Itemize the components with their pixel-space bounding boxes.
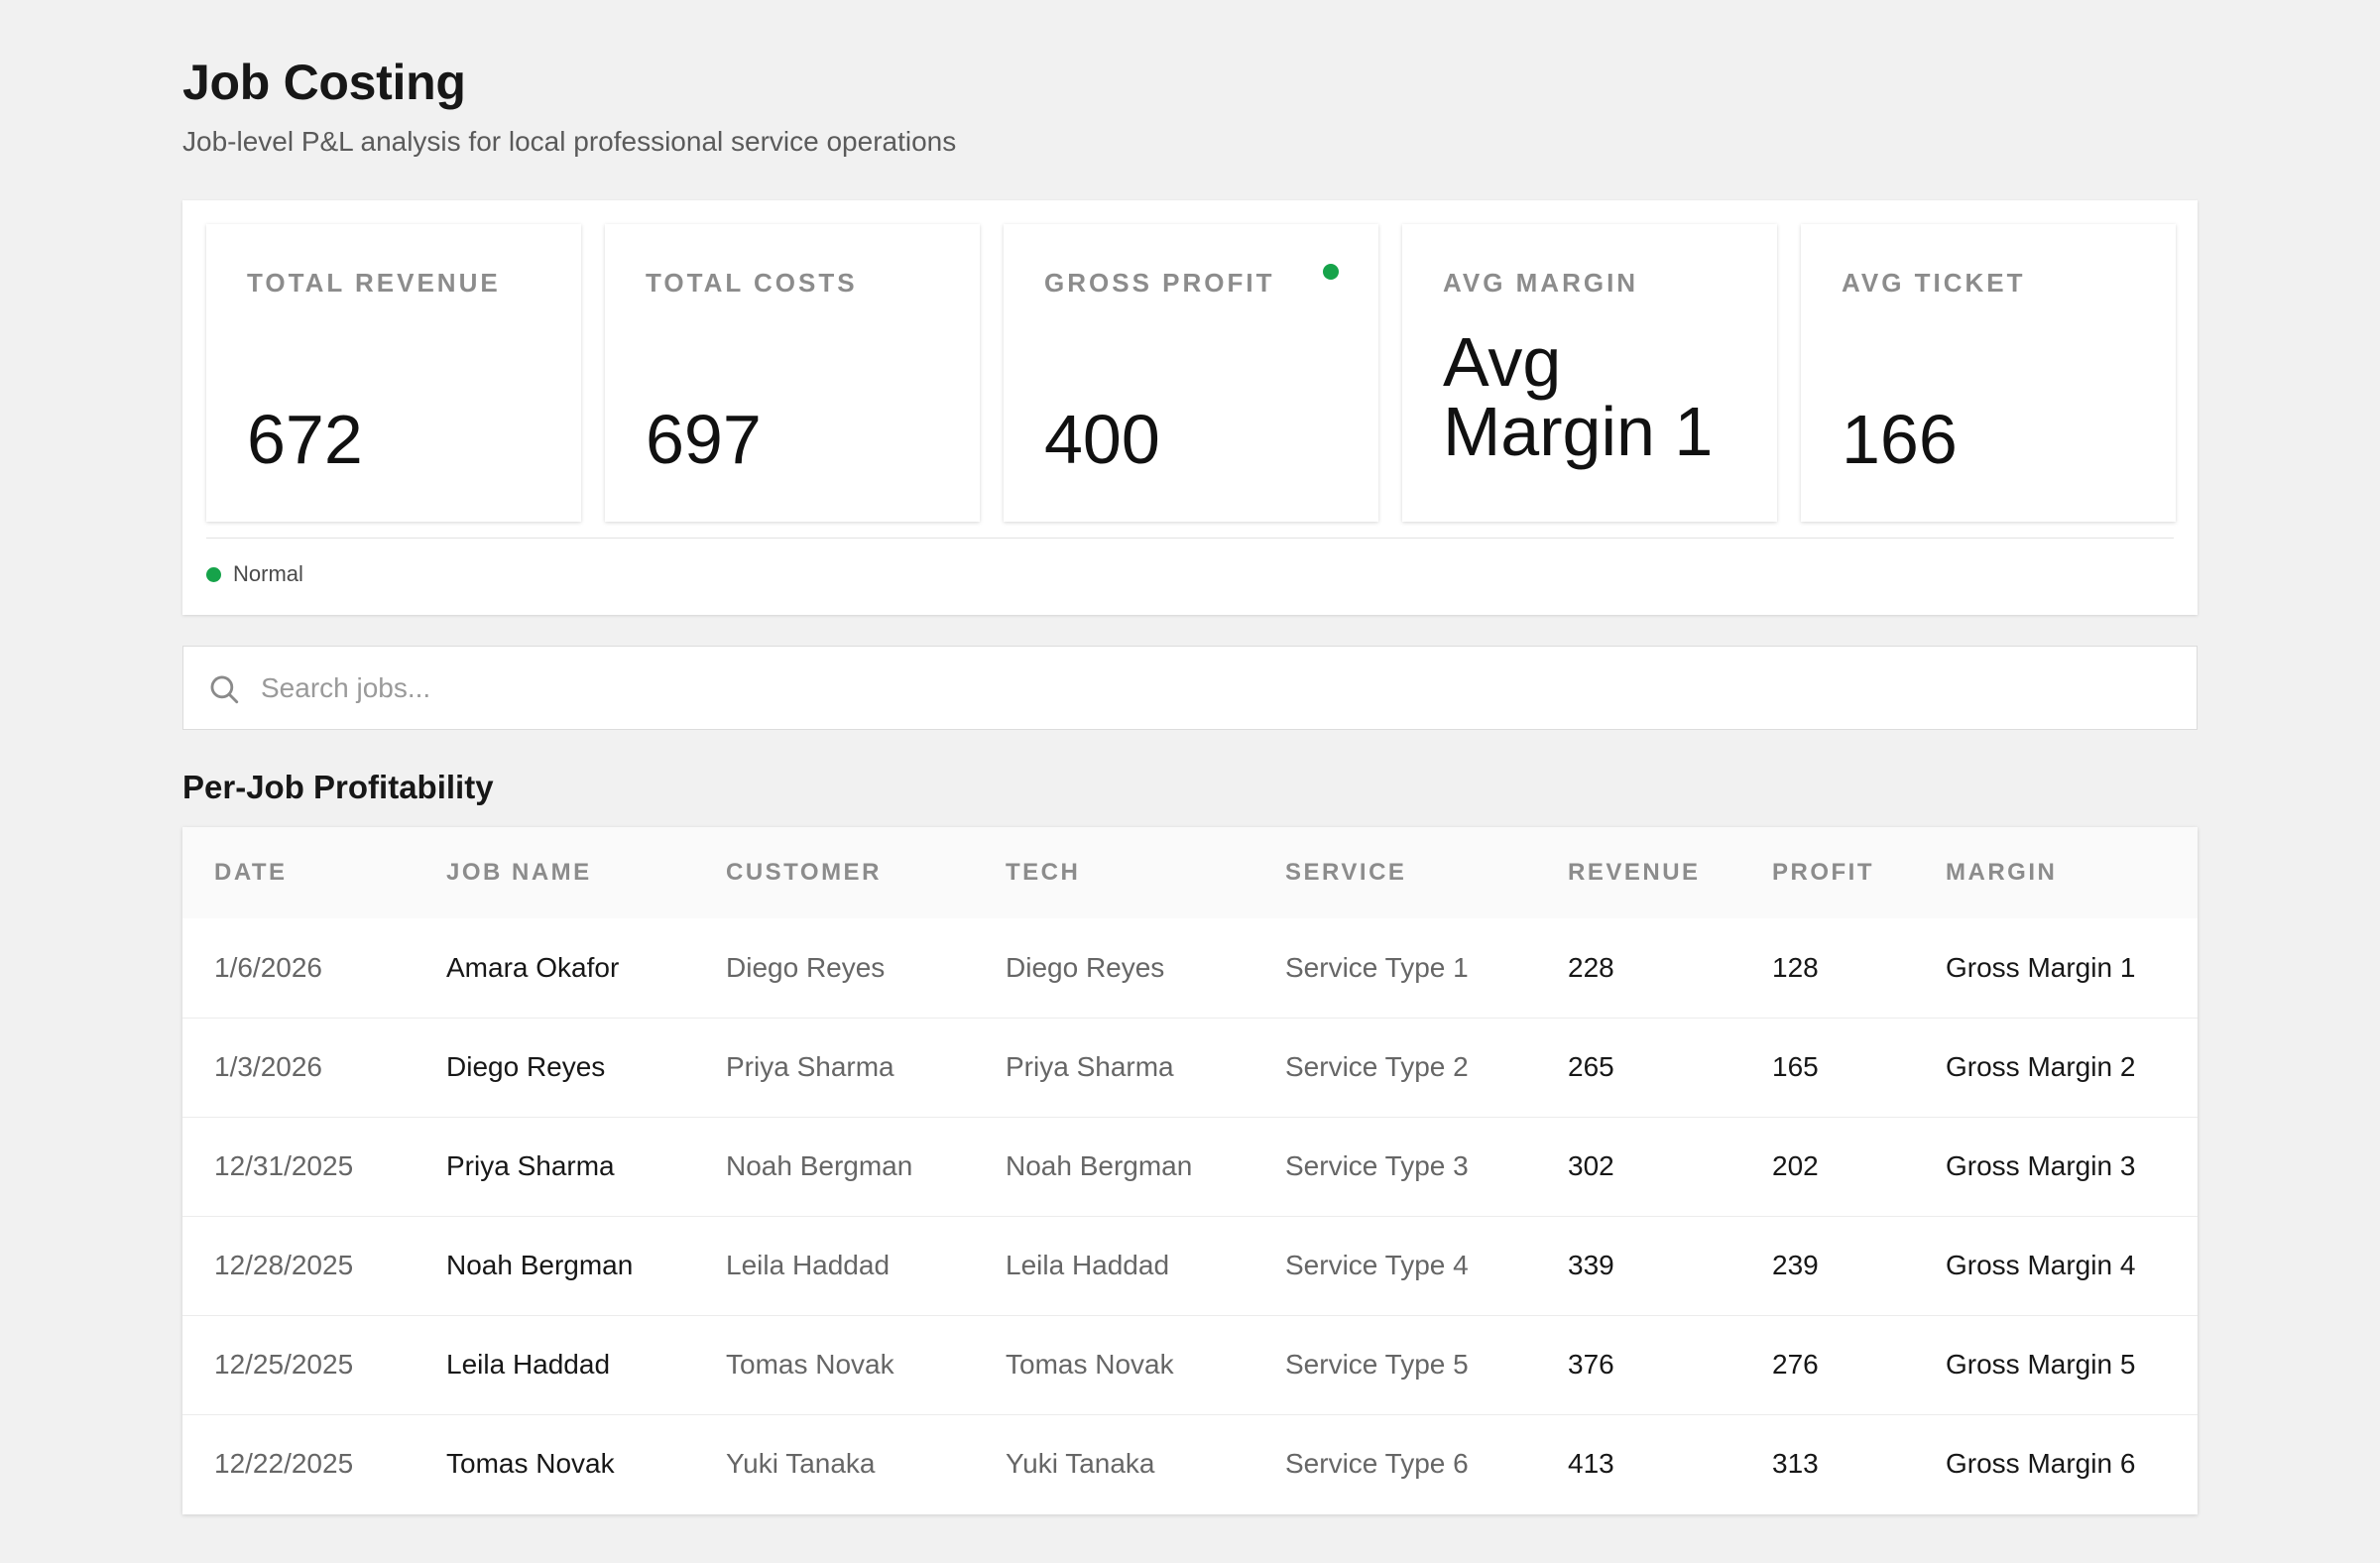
cell-profit: 202 (1772, 1150, 1819, 1181)
table-row[interactable]: 1/6/2026 Amara Okafor Diego Reyes Diego … (182, 918, 2198, 1018)
column-header-customer[interactable]: CUSTOMER (694, 827, 974, 918)
cell-margin: Gross Margin 2 (1946, 1051, 2136, 1082)
kpi-value: 697 (646, 401, 762, 478)
kpi-label: AVG MARGIN (1443, 268, 1639, 298)
profitability-table: DATE JOB NAME CUSTOMER TECH SERVICE REVE… (182, 827, 2198, 1514)
cell-job-name: Tomas Novak (446, 1448, 615, 1480)
cell-margin: Gross Margin 6 (1946, 1448, 2136, 1480)
cell-date: 12/28/2025 (214, 1250, 354, 1280)
cell-service: Service Type 6 (1285, 1448, 1469, 1480)
cell-revenue: 376 (1568, 1349, 1614, 1380)
cell-customer: Leila Haddad (726, 1250, 891, 1280)
cell-revenue: 228 (1568, 951, 1614, 983)
cell-customer: Tomas Novak (726, 1349, 894, 1380)
cell-tech: Diego Reyes (1006, 951, 1165, 983)
cell-job-name: Priya Sharma (446, 1150, 615, 1181)
table-row[interactable]: 12/28/2025 Noah Bergman Leila Haddad Lei… (182, 1216, 2198, 1315)
divider (206, 538, 2174, 539)
cell-job-name: Leila Haddad (446, 1349, 611, 1380)
status-dot-icon (206, 566, 221, 582)
kpi-card-avg-ticket: AVG TICKET 166 (1801, 224, 2176, 522)
column-header-date[interactable]: DATE (182, 827, 415, 918)
column-header-revenue[interactable]: REVENUE (1536, 827, 1740, 918)
status-dot-icon (1323, 264, 1339, 280)
cell-margin: Gross Margin 1 (1946, 951, 2136, 983)
cell-date: 12/22/2025 (214, 1448, 354, 1480)
cell-service: Service Type 3 (1285, 1150, 1469, 1181)
kpi-label: AVG TICKET (1842, 268, 2026, 298)
table-row[interactable]: 12/22/2025 Tomas Novak Yuki Tanaka Yuki … (182, 1414, 2198, 1513)
kpi-card-gross-profit: GROSS PROFIT 400 (1004, 224, 1378, 522)
column-header-profit[interactable]: PROFIT (1740, 827, 1914, 918)
cell-tech: Tomas Novak (1006, 1349, 1174, 1380)
cell-tech: Priya Sharma (1006, 1051, 1174, 1082)
cell-date: 1/6/2026 (214, 951, 322, 983)
cell-revenue: 339 (1568, 1250, 1614, 1280)
kpi-card-total-costs: TOTAL COSTS 697 (605, 224, 980, 522)
cell-customer: Priya Sharma (726, 1051, 894, 1082)
cell-job-name: Amara Okafor (446, 951, 620, 983)
search-box[interactable] (182, 646, 2198, 730)
cell-job-name: Diego Reyes (446, 1051, 606, 1082)
page-subtitle: Job-level P&L analysis for local profess… (182, 126, 957, 157)
cell-customer: Yuki Tanaka (726, 1448, 876, 1480)
kpi-panel: TOTAL REVENUE 672 TOTAL COSTS 697 GROSS … (182, 200, 2198, 615)
kpi-value: 166 (1842, 401, 1958, 478)
column-header-margin[interactable]: MARGIN (1914, 827, 2198, 918)
cell-profit: 313 (1772, 1448, 1819, 1480)
kpi-value: Avg Margin 1 (1443, 323, 1714, 470)
cell-profit: 165 (1772, 1051, 1819, 1082)
cell-tech: Leila Haddad (1006, 1250, 1170, 1280)
cell-revenue: 265 (1568, 1051, 1614, 1082)
cell-profit: 276 (1772, 1349, 1819, 1380)
page-title: Job Costing (182, 55, 466, 110)
cell-customer: Diego Reyes (726, 951, 886, 983)
legend-label: Normal (233, 561, 303, 586)
cell-service: Service Type 4 (1285, 1250, 1469, 1280)
cell-service: Service Type 5 (1285, 1349, 1469, 1380)
cell-margin: Gross Margin 4 (1946, 1250, 2136, 1280)
cell-date: 12/25/2025 (214, 1349, 354, 1380)
kpi-label: TOTAL COSTS (646, 268, 858, 298)
search-icon (210, 675, 239, 704)
cell-job-name: Noah Bergman (446, 1250, 634, 1280)
table-row[interactable]: 1/3/2026 Diego Reyes Priya Sharma Priya … (182, 1018, 2198, 1117)
table-header-row: DATE JOB NAME CUSTOMER TECH SERVICE REVE… (182, 827, 2198, 918)
cell-revenue: 413 (1568, 1448, 1614, 1480)
cell-customer: Noah Bergman (726, 1150, 913, 1181)
job-costing-page: Job Costing Job-level P&L analysis for l… (182, 52, 2198, 1514)
cell-profit: 128 (1772, 951, 1819, 983)
column-header-job-name[interactable]: JOB NAME (415, 827, 694, 918)
kpi-value: 672 (247, 401, 363, 478)
kpi-card-avg-margin: AVG MARGIN Avg Margin 1 (1402, 224, 1777, 522)
column-header-service[interactable]: SERVICE (1253, 827, 1536, 918)
cell-date: 12/31/2025 (214, 1150, 354, 1181)
cell-revenue: 302 (1568, 1150, 1614, 1181)
section-title: Per-Job Profitability (182, 769, 494, 805)
cell-margin: Gross Margin 5 (1946, 1349, 2136, 1380)
kpi-label: TOTAL REVENUE (247, 268, 501, 298)
cell-service: Service Type 2 (1285, 1051, 1469, 1082)
kpi-value: 400 (1044, 401, 1160, 478)
cell-tech: Noah Bergman (1006, 1150, 1193, 1181)
kpi-card-total-revenue: TOTAL REVENUE 672 (206, 224, 581, 522)
cell-tech: Yuki Tanaka (1006, 1448, 1155, 1480)
cell-service: Service Type 1 (1285, 951, 1469, 983)
kpi-label: GROSS PROFIT (1044, 268, 1275, 298)
status-legend: Normal (206, 557, 303, 591)
column-header-tech[interactable]: TECH (974, 827, 1253, 918)
cell-margin: Gross Margin 3 (1946, 1150, 2136, 1181)
table-row[interactable]: 12/25/2025 Leila Haddad Tomas Novak Toma… (182, 1315, 2198, 1414)
cell-profit: 239 (1772, 1250, 1819, 1280)
cell-date: 1/3/2026 (214, 1051, 322, 1082)
table-row[interactable]: 12/31/2025 Priya Sharma Noah Bergman Noa… (182, 1117, 2198, 1216)
search-input[interactable] (261, 661, 2145, 716)
